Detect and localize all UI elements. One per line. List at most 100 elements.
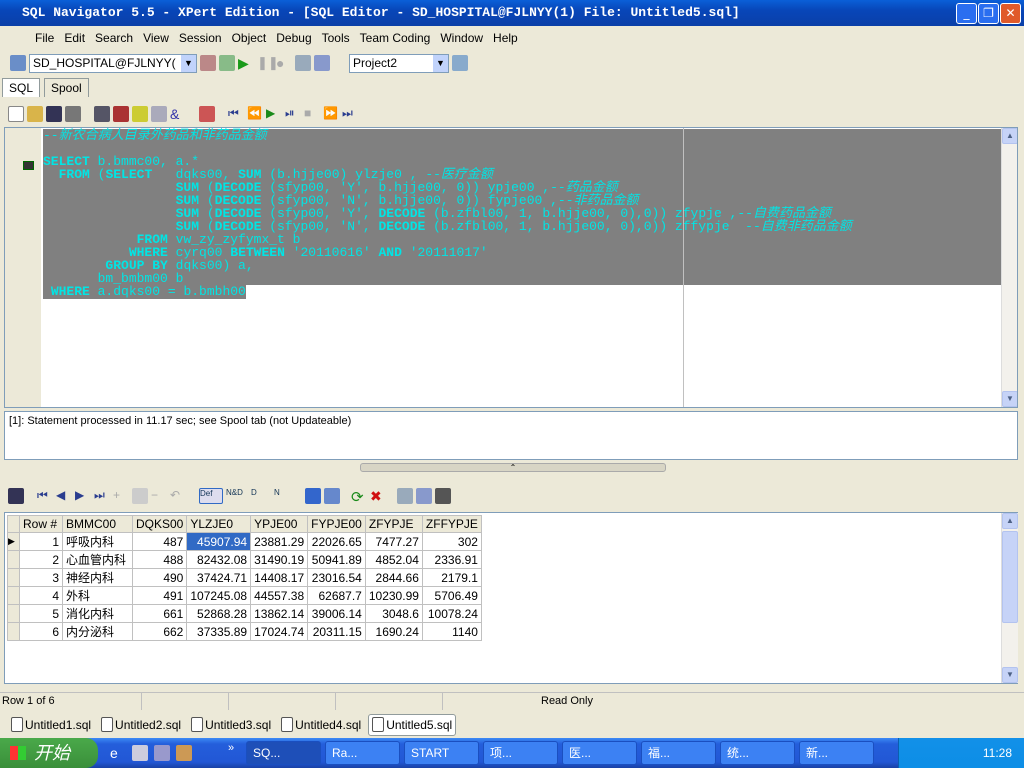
taskbar-item[interactable]: 医... xyxy=(562,741,637,765)
table-cell[interactable]: 心血管内科 xyxy=(62,550,133,569)
file-tab[interactable]: Untitled3.sql xyxy=(188,714,274,736)
table-cell[interactable]: 13862.14 xyxy=(250,604,309,623)
table-cell[interactable]: 22026.65 xyxy=(307,532,366,551)
menu-help[interactable]: Help xyxy=(488,31,523,45)
table-cell[interactable]: 488 xyxy=(131,550,188,569)
table-cell[interactable]: 37424.71 xyxy=(186,568,252,587)
taskbar-item[interactable]: START xyxy=(404,741,479,765)
menu-file[interactable]: File xyxy=(30,31,59,45)
insert-icon[interactable]: + xyxy=(113,488,129,504)
table-cell[interactable]: 82432.08 xyxy=(186,550,252,569)
taskbar-item[interactable]: 统... xyxy=(720,741,795,765)
table-cell[interactable]: 消化内科 xyxy=(62,604,133,623)
export-icon[interactable] xyxy=(435,488,451,504)
format-icon[interactable] xyxy=(94,106,110,122)
describe-icon[interactable] xyxy=(132,106,148,122)
step-icon[interactable]: ⏯ xyxy=(285,106,301,122)
table-cell[interactable]: 10230.99 xyxy=(364,586,423,605)
scroll-down-icon[interactable]: ▼ xyxy=(1002,391,1017,407)
grid-view-icon[interactable] xyxy=(305,488,321,504)
expand-icon[interactable]: » xyxy=(228,742,234,754)
prev-icon[interactable]: ⏪ xyxy=(247,106,263,122)
paste-icon[interactable] xyxy=(199,106,215,122)
table-cell[interactable]: 491 xyxy=(131,586,188,605)
table-cell[interactable]: 302 xyxy=(421,532,482,551)
menu-object[interactable]: Object xyxy=(227,31,272,45)
table-cell[interactable]: 45907.94 xyxy=(186,532,252,551)
d-button[interactable]: D xyxy=(251,488,271,504)
table-cell[interactable]: 23881.29 xyxy=(250,532,309,551)
commit-icon[interactable] xyxy=(397,488,413,504)
menu-team-coding[interactable]: Team Coding xyxy=(355,31,436,45)
table-cell[interactable]: 39006.14 xyxy=(307,604,366,623)
column-header[interactable]: ZFYPJE xyxy=(364,515,423,533)
table-cell[interactable]: 2336.91 xyxy=(421,550,482,569)
row-indicator[interactable]: ▶ xyxy=(7,532,20,551)
table-cell[interactable]: 661 xyxy=(131,604,188,623)
table-cell[interactable]: 1 xyxy=(19,532,63,551)
new-file-icon[interactable] xyxy=(8,106,24,122)
sql-editor[interactable]: --新农合病人目录外药品和非药品金额 SELECT b.bmmc00, a.* … xyxy=(4,127,1018,408)
scroll-down-icon[interactable]: ▼ xyxy=(1002,667,1018,683)
commit-icon[interactable] xyxy=(295,55,311,71)
stop-icon[interactable]: ■ xyxy=(304,106,320,122)
file-tab[interactable]: Untitled5.sql xyxy=(368,713,457,736)
column-header[interactable]: YLZJE0 xyxy=(186,515,252,533)
editor-scrollbar[interactable]: ▲ ▼ xyxy=(1001,128,1017,407)
file-tab[interactable]: Untitled4.sql xyxy=(278,714,364,736)
table-cell[interactable]: 2 xyxy=(19,550,63,569)
tab-spool[interactable]: Spool xyxy=(44,78,89,97)
table-cell[interactable]: 17024.74 xyxy=(250,622,309,641)
table-cell[interactable]: 7477.27 xyxy=(364,532,423,551)
prior-record-icon[interactable]: ◀ xyxy=(56,488,72,504)
last-icon[interactable]: ⏭ xyxy=(342,106,358,122)
undo-icon[interactable]: ↶ xyxy=(170,488,186,504)
menu-session[interactable]: Session xyxy=(174,31,227,45)
file-tab[interactable]: Untitled2.sql xyxy=(98,714,184,736)
delete-icon[interactable]: − xyxy=(151,488,167,504)
table-cell[interactable]: 4852.04 xyxy=(364,550,423,569)
grid-scrollbar[interactable]: ▲ ▼ xyxy=(1001,513,1018,683)
menu-edit[interactable]: Edit xyxy=(59,31,90,45)
table-cell[interactable]: 44557.38 xyxy=(250,586,309,605)
table-cell[interactable]: 62687.7 xyxy=(307,586,366,605)
session-select[interactable]: SD_HOSPITAL@FJLNYY(▼ xyxy=(29,53,197,73)
scroll-thumb[interactable] xyxy=(1002,531,1018,623)
table-cell[interactable]: 37335.89 xyxy=(186,622,252,641)
def-button[interactable]: Def xyxy=(199,488,223,504)
disconnect-icon[interactable] xyxy=(200,55,216,71)
last-record-icon[interactable]: ⏭ xyxy=(94,488,110,504)
table-row[interactable]: 3 神经内科 490 37424.71 14408.17 23016.54 2844.66 2… xyxy=(7,568,482,587)
next-icon[interactable]: ⏩ xyxy=(323,106,339,122)
quick-launch-icon[interactable] xyxy=(132,745,148,761)
save-icon[interactable] xyxy=(46,106,62,122)
table-cell[interactable]: 20311.15 xyxy=(307,622,366,641)
scroll-up-icon[interactable]: ▲ xyxy=(1002,513,1018,529)
table-cell[interactable]: 490 xyxy=(131,568,188,587)
project-select[interactable]: Project2 ▼ xyxy=(349,53,449,73)
table-cell[interactable]: 3 xyxy=(19,568,63,587)
open-sql-icon[interactable] xyxy=(27,106,43,122)
template-icon[interactable] xyxy=(151,106,167,122)
row-indicator[interactable] xyxy=(7,550,20,569)
menu-debug[interactable]: Debug xyxy=(271,31,316,45)
table-row[interactable]: ▶ 1 呼吸内科 487 45907.94 23881.29 22026.65 7477.27… xyxy=(7,532,482,551)
table-cell[interactable]: 内分泌科 xyxy=(62,622,133,641)
table-cell[interactable]: 487 xyxy=(131,532,188,551)
n-button[interactable]: N xyxy=(274,488,294,504)
nd-button[interactable]: N&D xyxy=(226,488,248,504)
close-button[interactable]: ✕ xyxy=(1000,3,1021,24)
table-cell[interactable]: 23016.54 xyxy=(307,568,366,587)
next-record-icon[interactable]: ▶ xyxy=(75,488,91,504)
project-icon[interactable] xyxy=(452,55,468,71)
play-icon[interactable]: ▶ xyxy=(266,106,282,122)
table-cell[interactable]: 50941.89 xyxy=(307,550,366,569)
column-header[interactable]: BMMC00 xyxy=(62,515,133,533)
table-cell[interactable]: 662 xyxy=(131,622,188,641)
rollback-icon[interactable] xyxy=(416,488,432,504)
table-row[interactable]: 4 外科 491 107245.08 44557.38 62687.7 10230.99 57… xyxy=(7,586,482,605)
row-indicator[interactable] xyxy=(7,604,20,623)
menu-window[interactable]: Window xyxy=(435,31,488,45)
results-grid[interactable]: Row # BMMC00 DQKS00 YLZJE0 YPJE00 FYPJE00 ZFYP… xyxy=(4,512,1018,684)
column-header[interactable]: ZFFYPJE xyxy=(421,515,482,533)
